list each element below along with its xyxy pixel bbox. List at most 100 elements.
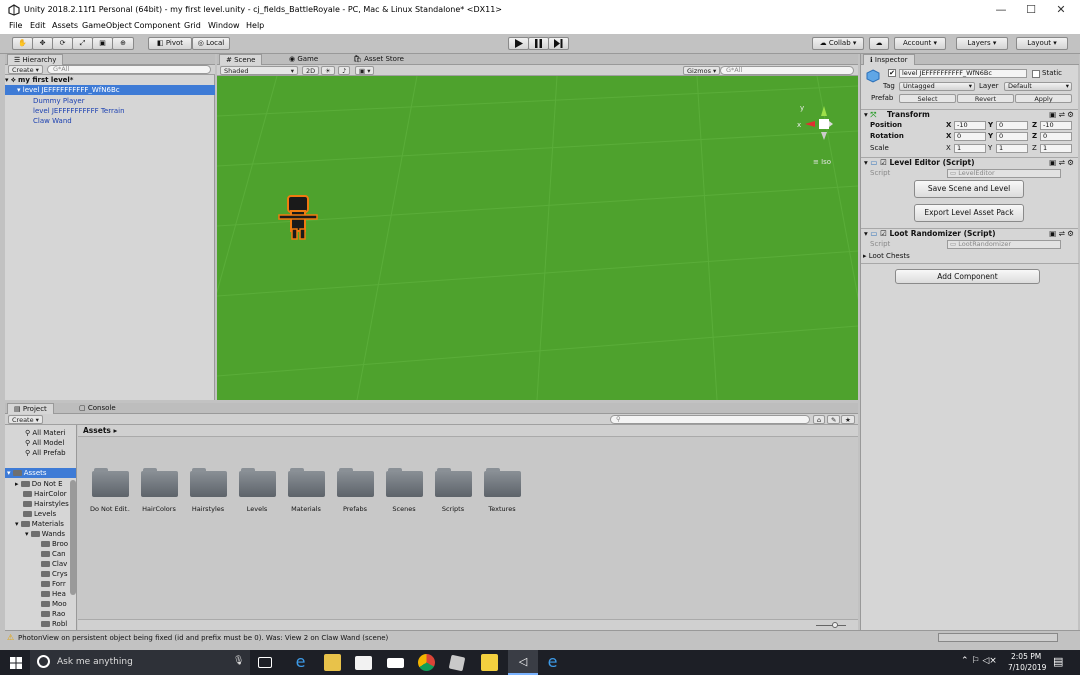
pause-button[interactable] xyxy=(528,37,549,50)
clock-time[interactable]: 2:05 PM xyxy=(1011,652,1041,661)
menu-file[interactable]: File xyxy=(9,21,22,30)
local-toggle[interactable]: ◎ Local xyxy=(192,37,230,50)
add-component-button[interactable]: Add Component xyxy=(895,269,1040,284)
asset-folder[interactable]: Levels xyxy=(237,468,277,513)
tree-folder[interactable]: Levels xyxy=(15,509,56,519)
system-tray-icons[interactable]: ⌃ ⚐ ◁× xyxy=(961,656,997,666)
asset-folder[interactable]: HairColors xyxy=(139,468,179,513)
loot-randomizer-header[interactable]: ▾ ▭ ☑ Loot Randomizer (Script) ▣ ⇌ ⚙ xyxy=(861,228,1078,239)
hierarchy-item-terrain[interactable]: level JEFFFFFFFFFF Terrain xyxy=(5,106,215,116)
rotation-z-field[interactable]: 0 xyxy=(1040,132,1072,141)
filter-by-type-icon[interactable]: ⌂ xyxy=(813,415,826,424)
hierarchy-item-level[interactable]: ▾ level JEFFFFFFFFFF_WfN6Bc xyxy=(5,85,215,95)
tab-project[interactable]: ▤ Project xyxy=(7,403,54,414)
hierarchy-item-dummy-player[interactable]: Dummy Player xyxy=(5,96,215,106)
menu-help[interactable]: Help xyxy=(246,21,264,30)
shading-mode-dropdown[interactable]: Shaded ▾ xyxy=(220,66,298,75)
tree-folder[interactable]: Robl xyxy=(41,619,67,629)
tree-folder[interactable]: Can xyxy=(41,549,66,559)
tab-asset-store[interactable]: 🛍 Asset Store xyxy=(347,54,410,65)
tag-dropdown[interactable]: Untagged ▾ xyxy=(899,82,975,91)
layout-dropdown[interactable]: Layout ▾ xyxy=(1016,37,1068,50)
microphone-icon[interactable]: 🎙 xyxy=(233,656,244,666)
rotate-tool-icon[interactable]: ⟳ xyxy=(52,37,73,50)
scene-search-input[interactable]: G*All xyxy=(720,66,854,75)
tree-folder[interactable]: Moo xyxy=(41,599,67,609)
rect-tool-icon[interactable]: ▣ xyxy=(92,37,113,50)
audio-toggle-icon[interactable]: ♪ xyxy=(338,66,351,75)
position-y-field[interactable]: 0 xyxy=(996,121,1028,130)
save-scene-button[interactable]: Save Scene and Level xyxy=(914,180,1024,198)
asset-folder[interactable]: Textures xyxy=(482,468,522,513)
windows-start-icon[interactable] xyxy=(10,657,22,669)
tab-inspector[interactable]: ℹ Inspector xyxy=(863,54,915,65)
tree-folder[interactable]: Hairstyles xyxy=(15,499,69,509)
active-checkbox[interactable]: ✔ xyxy=(888,69,896,77)
cortana-search-box[interactable]: Ask me anything 🎙 xyxy=(30,650,250,675)
pivot-toggle[interactable]: ◧ Pivot xyxy=(148,37,192,50)
maximize-button[interactable]: ☐ xyxy=(1016,2,1046,18)
tree-folder[interactable]: ▾ Materials xyxy=(15,519,64,529)
asset-folder[interactable]: Materials xyxy=(286,468,326,513)
component-menu-icon[interactable]: ▣ ⇌ ⚙ xyxy=(1049,229,1074,239)
tree-folder[interactable]: Rao xyxy=(41,609,65,619)
project-search-input[interactable]: ⚲ xyxy=(610,415,810,424)
tree-folder[interactable]: ▸ Do Not E xyxy=(15,479,63,489)
action-center-icon[interactable]: ▤ xyxy=(1053,655,1063,668)
console-status-bar[interactable]: ⚠ PhotonView on persistent object being … xyxy=(5,630,1080,644)
step-button[interactable] xyxy=(548,37,569,50)
cloud-button[interactable]: ☁ xyxy=(869,37,889,50)
tree-folder[interactable]: Hea xyxy=(41,589,66,599)
export-asset-pack-button[interactable]: Export Level Asset Pack xyxy=(914,204,1024,222)
asset-folder[interactable]: Scripts xyxy=(433,468,473,513)
menu-edit[interactable]: Edit xyxy=(30,21,46,30)
position-x-field[interactable]: -10 xyxy=(954,121,986,130)
move-tool-icon[interactable]: ✥ xyxy=(32,37,53,50)
edge-icon[interactable]: e xyxy=(292,654,309,671)
menu-gameobject[interactable]: GameObject xyxy=(82,21,132,30)
menu-grid[interactable]: Grid xyxy=(184,21,201,30)
prefab-apply-button[interactable]: Apply xyxy=(1015,94,1072,103)
position-z-field[interactable]: -10 xyxy=(1040,121,1072,130)
hierarchy-create-dropdown[interactable]: Create ▾ xyxy=(8,65,43,74)
scale-tool-icon[interactable]: ⤢ xyxy=(72,37,93,50)
component-enabled-checkbox[interactable]: ☑ xyxy=(880,229,887,238)
scale-z-field[interactable]: 1 xyxy=(1040,144,1072,153)
scale-y-field[interactable]: 1 xyxy=(996,144,1028,153)
ie-icon[interactable]: e xyxy=(544,654,561,671)
tab-hierarchy[interactable]: ☰ Hierarchy xyxy=(7,54,64,65)
menu-assets[interactable]: Assets xyxy=(52,21,78,30)
tree-folder[interactable]: Crys xyxy=(41,569,68,579)
account-dropdown[interactable]: Account ▾ xyxy=(894,37,946,50)
tab-console[interactable]: ▢ Console xyxy=(73,403,122,414)
effects-dropdown-icon[interactable]: ▣ ▾ xyxy=(355,66,375,75)
dummy-player-character[interactable] xyxy=(277,191,323,243)
hierarchy-item-claw-wand[interactable]: Claw Wand xyxy=(5,116,215,126)
scene-viewport[interactable]: y x ≡ Iso xyxy=(217,76,858,400)
component-menu-icon[interactable]: ▣ ⇌ ⚙ xyxy=(1049,158,1074,168)
play-button[interactable] xyxy=(508,37,529,50)
icon-size-slider[interactable] xyxy=(816,625,846,626)
asset-folder[interactable]: Hairstyles xyxy=(188,468,228,513)
chrome-icon[interactable] xyxy=(418,654,435,671)
close-button[interactable]: ✕ xyxy=(1046,2,1076,18)
tree-assets[interactable]: ▾ Assets xyxy=(5,468,76,478)
static-checkbox[interactable] xyxy=(1032,70,1040,78)
favorites-star-icon[interactable]: ★ xyxy=(841,415,855,424)
prefab-select-button[interactable]: Select xyxy=(899,94,956,103)
project-create-dropdown[interactable]: Create ▾ xyxy=(8,415,43,424)
hierarchy-search-input[interactable]: G*All xyxy=(47,65,211,74)
asset-folder[interactable]: Scenes xyxy=(384,468,424,513)
tree-folder[interactable]: Clav xyxy=(41,559,67,569)
toggle-2d-button[interactable]: 2D xyxy=(302,66,320,75)
component-menu-icon[interactable]: ▣ ⇌ ⚙ xyxy=(1049,110,1074,120)
menu-window[interactable]: Window xyxy=(208,21,240,30)
rotation-x-field[interactable]: 0 xyxy=(954,132,986,141)
transform-header[interactable]: ▾ ⤧ Transform ▣ ⇌ ⚙ xyxy=(861,109,1078,120)
component-enabled-checkbox[interactable]: ☑ xyxy=(880,158,887,167)
level-editor-header[interactable]: ▾ ▭ ☑ Level Editor (Script) ▣ ⇌ ⚙ xyxy=(861,157,1078,168)
object-name-field[interactable]: level JEFFFFFFFFFF_WfN6Bc xyxy=(899,69,1027,78)
unity-taskbar-icon[interactable]: ◁ xyxy=(508,650,538,675)
favorite-all-materials[interactable]: ⚲ All Materi xyxy=(25,428,65,438)
favorite-all-models[interactable]: ⚲ All Model xyxy=(25,438,64,448)
